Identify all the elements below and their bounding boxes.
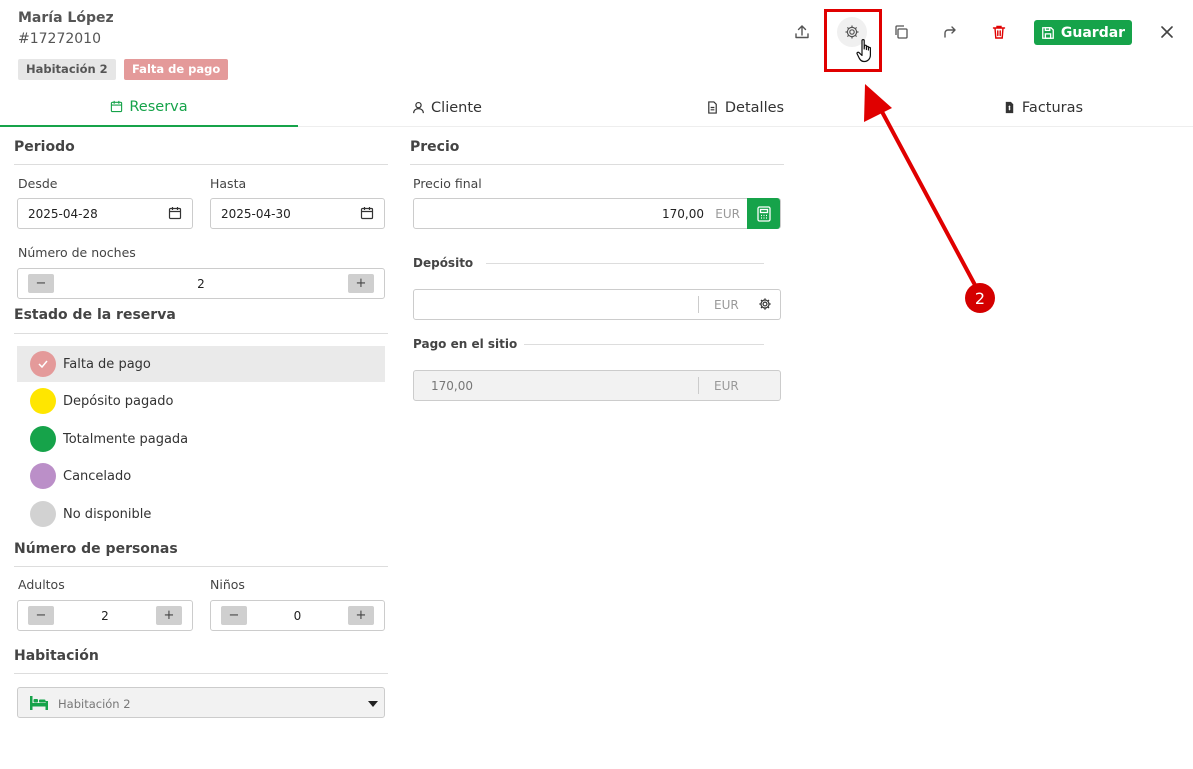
room-badge: Habitación 2 <box>18 59 116 80</box>
gear-icon[interactable] <box>758 297 772 311</box>
tab-facturas-label: Facturas <box>1021 99 1084 116</box>
booking-id: #17272010 <box>18 31 101 47</box>
status-label: Depósito pagado <box>63 393 174 409</box>
precio-final-currency: EUR <box>715 207 740 221</box>
habitacion-value: Habitación 2 <box>58 697 131 711</box>
desde-date-input[interactable]: 2025-04-28 <box>17 198 193 229</box>
pago-sitio-currency: EUR <box>714 379 739 393</box>
calculator-icon <box>756 205 771 222</box>
noches-stepper: − 2 + <box>17 268 385 299</box>
precio-final-label: Precio final <box>413 176 482 191</box>
share-icon <box>944 26 956 38</box>
pago-sitio-divider <box>524 344 764 345</box>
user-icon <box>413 101 424 114</box>
step-number-marker: 2 <box>965 283 995 313</box>
status-dot <box>30 388 56 414</box>
trash-icon <box>992 25 1006 39</box>
guest-name: María López <box>18 10 114 26</box>
tab-detalles-label: Detalles <box>724 99 785 116</box>
hasta-date-input[interactable]: 2025-04-30 <box>210 198 385 229</box>
upload-icon <box>795 25 809 39</box>
precio-final-value: 170,00 <box>662 207 704 221</box>
tab-cliente[interactable]: Cliente <box>298 88 596 127</box>
precio-final-input[interactable]: 170,00 EUR <box>413 198 781 229</box>
status-label: Cancelado <box>63 468 132 484</box>
deposito-divider <box>486 263 764 264</box>
delete-button[interactable] <box>984 17 1014 47</box>
calendar-icon <box>111 100 123 113</box>
status-option-falta-de-pago[interactable]: Falta de pago <box>17 346 385 382</box>
pago-sitio-value: 170,00 <box>431 379 473 393</box>
hasta-value: 2025-04-30 <box>221 207 291 221</box>
check-icon <box>38 360 48 368</box>
deposito-separator <box>698 296 699 313</box>
tab-reserva-label: Reserva <box>129 98 188 115</box>
personas-divider <box>14 566 388 567</box>
adultos-label: Adultos <box>18 577 65 592</box>
desde-label: Desde <box>18 176 58 191</box>
calendar-icon[interactable] <box>168 206 182 220</box>
tab-facturas[interactable]: Facturas <box>894 88 1192 127</box>
noches-value[interactable]: 2 <box>18 277 384 291</box>
ninos-increment-button[interactable]: + <box>348 606 374 625</box>
status-option-totalmente-pagada[interactable]: Totalmente pagada <box>17 421 385 457</box>
habitacion-title: Habitación <box>14 648 99 664</box>
precio-title: Precio <box>410 139 460 155</box>
tab-detalles[interactable]: Detalles <box>596 88 894 127</box>
export-button[interactable] <box>787 17 817 47</box>
duplicate-button[interactable] <box>886 17 916 47</box>
habitacion-divider <box>14 673 388 674</box>
status-label: Falta de pago <box>63 356 151 372</box>
noches-increment-button[interactable]: + <box>348 274 374 293</box>
ninos-stepper: − 0 + <box>210 600 385 631</box>
status-option-deposito-pagado[interactable]: Depósito pagado <box>17 383 385 419</box>
hasta-label: Hasta <box>210 176 247 191</box>
periodo-title: Periodo <box>14 139 75 155</box>
forward-button[interactable] <box>935 17 965 47</box>
pago-sitio-label: Pago en el sitio <box>413 337 518 351</box>
document-icon <box>708 101 717 114</box>
copy-icon <box>895 25 908 39</box>
calculate-price-button[interactable] <box>747 198 780 229</box>
status-dot <box>30 463 56 489</box>
status-label: Totalmente pagada <box>63 431 189 447</box>
status-option-no-disponible[interactable]: No disponible <box>17 496 385 532</box>
floppy-icon <box>1042 26 1054 39</box>
calendar-icon[interactable] <box>360 206 374 220</box>
invoice-icon <box>1005 101 1014 114</box>
caret-down-icon <box>368 701 378 707</box>
ninos-label: Niños <box>210 577 245 592</box>
desde-value: 2025-04-28 <box>28 207 98 221</box>
deposito-currency: EUR <box>714 298 739 312</box>
tab-bar: Reserva Cliente Detalles Facturas <box>0 88 1193 127</box>
status-option-cancelado[interactable]: Cancelado <box>17 458 385 494</box>
pago-sitio-separator <box>698 377 699 394</box>
precio-divider <box>410 164 784 165</box>
close-icon <box>1161 26 1173 38</box>
status-dot <box>30 501 56 527</box>
bed-icon <box>30 696 48 710</box>
deposito-input[interactable]: EUR <box>413 289 781 320</box>
save-button-label: Guardar <box>1060 24 1126 41</box>
pago-sitio-input: 170,00 EUR <box>413 370 781 401</box>
booking-header: María López #17272010 Habitación 2 Falta… <box>0 0 1193 88</box>
habitacion-select[interactable]: Habitación 2 <box>17 687 385 718</box>
status-dot <box>30 351 56 377</box>
noches-label: Número de noches <box>18 245 136 260</box>
periodo-divider <box>14 164 388 165</box>
deposito-label: Depósito <box>413 256 474 270</box>
adultos-stepper: − 2 + <box>17 600 193 631</box>
estado-divider <box>14 333 388 334</box>
status-dot <box>30 426 56 452</box>
save-button[interactable]: Guardar <box>1034 20 1132 45</box>
close-button[interactable] <box>1157 22 1177 42</box>
hand-pointer-cursor-icon <box>856 39 871 63</box>
status-badge: Falta de pago <box>124 59 229 80</box>
tab-reserva[interactable]: Reserva <box>0 88 298 127</box>
adultos-increment-button[interactable]: + <box>156 606 182 625</box>
personas-title: Número de personas <box>14 541 178 557</box>
status-label: No disponible <box>63 506 152 522</box>
tab-cliente-label: Cliente <box>431 99 482 116</box>
estado-title: Estado de la reserva <box>14 307 176 323</box>
